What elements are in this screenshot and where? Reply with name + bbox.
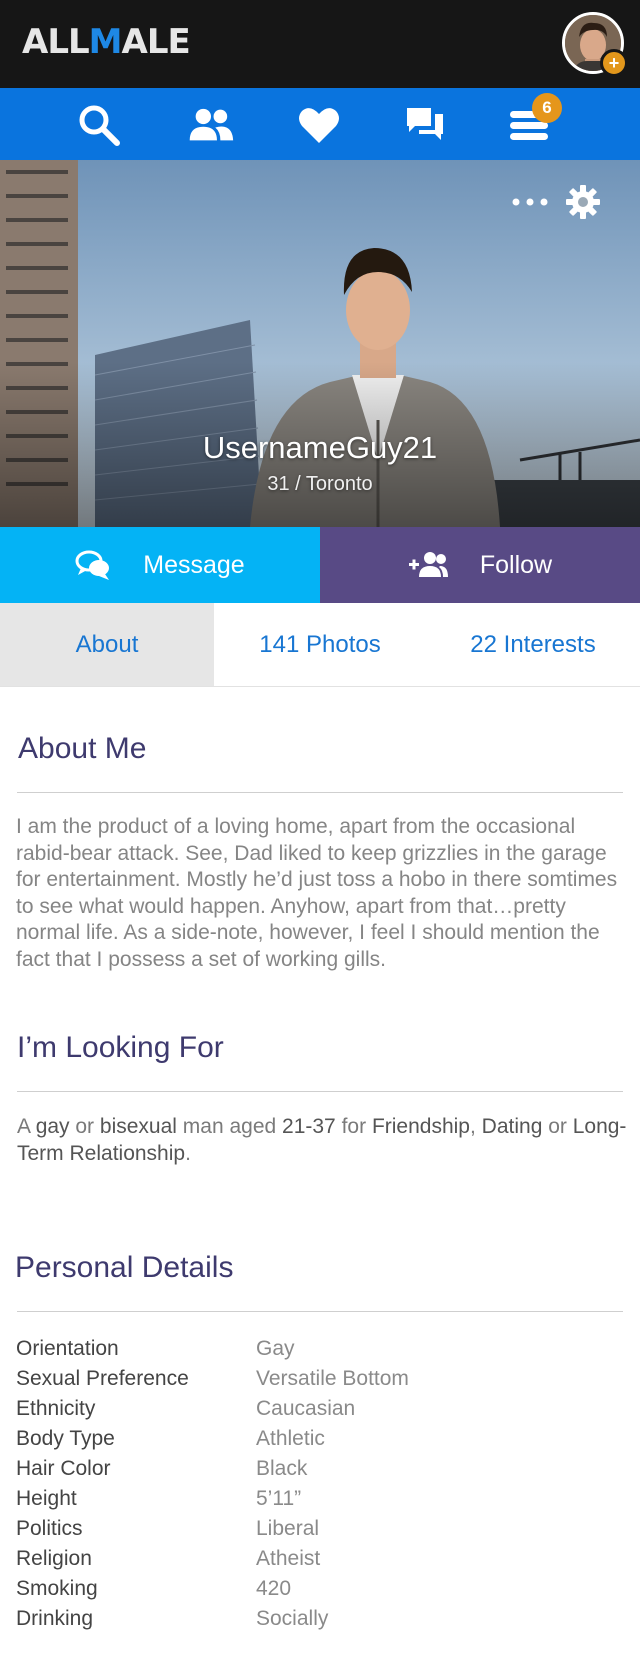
detail-row-sexual-preference: Sexual Preference Versatile Bottom: [16, 1364, 626, 1394]
detail-row-hair-color: Hair Color Black: [16, 1454, 626, 1484]
detail-label: Religion: [16, 1547, 92, 1570]
detail-label: Drinking: [16, 1607, 94, 1630]
add-photo-badge[interactable]: +: [600, 49, 628, 77]
detail-label: Sexual Preference: [16, 1367, 189, 1390]
detail-label: Smoking: [16, 1577, 98, 1600]
detail-row-ethnicity: Ethnicity Caucasian: [16, 1394, 626, 1424]
detail-value: Gay: [256, 1337, 295, 1360]
looking-orientation-2: bisexual: [99, 1115, 177, 1138]
about-text: I am the product of a loving home, apart…: [16, 815, 618, 971]
nav-messages[interactable]: [402, 102, 448, 148]
detail-row-religion: Religion Atheist: [16, 1544, 626, 1574]
detail-label: Ethnicity: [16, 1397, 96, 1420]
personal-details-heading: Personal Details: [15, 1251, 234, 1284]
detail-value: Athletic: [256, 1427, 325, 1450]
profile-age-location: 31 / Toronto: [267, 473, 373, 495]
looking-text-part: man aged: [176, 1115, 283, 1138]
about-divider: [17, 792, 623, 793]
search-icon: [79, 105, 120, 146]
looking-age-range: 21-37: [282, 1115, 336, 1138]
personal-details-divider: [17, 1311, 623, 1312]
top-bar: ALLMALE +: [0, 0, 640, 88]
personal-details-list: Orientation Gay Sexual Preference Versatil…: [16, 1334, 626, 1634]
detail-value: Caucasian: [256, 1397, 356, 1420]
looking-for-heading: I’m Looking For: [17, 1031, 224, 1064]
detail-row-orientation: Orientation Gay: [16, 1334, 626, 1364]
people-icon: [189, 108, 234, 141]
detail-value: Liberal: [256, 1517, 320, 1540]
detail-value: Black: [256, 1457, 308, 1480]
detail-label: Body Type: [16, 1427, 115, 1450]
nav-favorites[interactable]: [296, 102, 342, 148]
looking-goal-1: Friendship: [371, 1115, 470, 1138]
chat-icon: [407, 108, 443, 140]
logo-text-accent: M: [88, 22, 123, 62]
looking-for-divider: [17, 1091, 623, 1092]
detail-label: Politics: [16, 1517, 83, 1540]
looking-text-part: or: [69, 1115, 100, 1138]
detail-row-politics: Politics Liberal: [16, 1514, 626, 1544]
looking-text-part: A: [17, 1115, 36, 1138]
detail-value: Atheist: [256, 1547, 321, 1570]
gear-icon: [566, 185, 600, 219]
tab-about[interactable]: About: [0, 603, 214, 686]
looking-goal-2: Dating: [481, 1115, 543, 1138]
message-icon: [75, 550, 110, 580]
notification-badge: 6: [532, 93, 562, 123]
looking-for-text: A gay or bisexual man aged 21-37 for Fri…: [17, 1114, 627, 1167]
looking-text-part: or: [542, 1115, 573, 1138]
looking-text-part: for: [335, 1115, 372, 1138]
logo-text-1: ALL: [22, 22, 90, 62]
detail-label: Orientation: [16, 1337, 119, 1360]
looking-text-part: .: [185, 1141, 191, 1165]
tab-interests[interactable]: 22 Interests: [426, 603, 640, 686]
message-button[interactable]: Message: [0, 527, 320, 603]
about-heading: About Me: [18, 732, 147, 765]
more-options-button[interactable]: [510, 188, 550, 216]
more-dots-icon: [512, 198, 548, 206]
heart-icon: [299, 108, 339, 143]
looking-text-part: ,: [470, 1115, 482, 1138]
detail-label: Hair Color: [16, 1457, 111, 1480]
detail-row-drinking: Drinking Socially: [16, 1604, 626, 1634]
message-button-label: Message: [143, 550, 245, 579]
looking-orientation-1: gay: [35, 1115, 70, 1138]
follow-button-label: Follow: [479, 550, 553, 579]
detail-value: 5’11”: [256, 1487, 302, 1510]
follow-button[interactable]: Follow: [320, 527, 640, 603]
profile-tabs: About 141 Photos 22 Interests: [0, 603, 640, 687]
detail-row-height: Height 5’11”: [16, 1484, 626, 1514]
detail-value: 420: [256, 1577, 292, 1600]
detail-value: Versatile Bottom: [256, 1367, 409, 1390]
profile-username: UsernameGuy21: [202, 430, 438, 465]
tab-photos[interactable]: 141 Photos: [214, 603, 426, 686]
detail-label: Height: [16, 1487, 77, 1510]
logo-text-2: ALE: [121, 22, 191, 62]
detail-value: Socially: [256, 1607, 329, 1630]
detail-row-body-type: Body Type Athletic: [16, 1424, 626, 1454]
settings-button[interactable]: [565, 184, 601, 220]
nav-people[interactable]: [188, 102, 234, 148]
add-user-icon: [408, 552, 448, 577]
nav-search[interactable]: [76, 102, 122, 148]
logo[interactable]: ALLMALE: [22, 22, 191, 62]
detail-row-smoking: Smoking 420: [16, 1574, 626, 1604]
